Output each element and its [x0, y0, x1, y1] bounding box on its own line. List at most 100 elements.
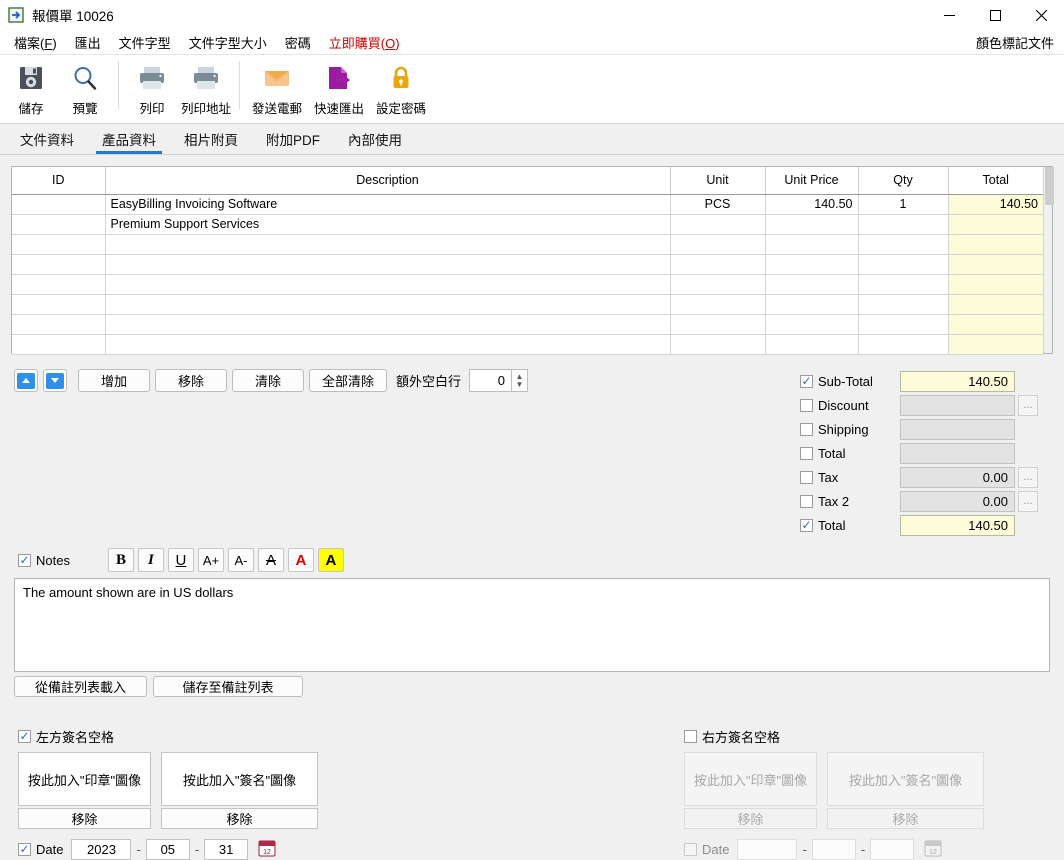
- menu-doc-font[interactable]: 文件字型: [110, 31, 180, 54]
- maximize-button[interactable]: [972, 0, 1018, 30]
- underline-button[interactable]: U: [167, 548, 194, 572]
- left-remove-stamp-button[interactable]: 移除: [18, 808, 151, 829]
- cell-qty[interactable]: [858, 274, 949, 295]
- column-header-total[interactable]: Total: [948, 167, 1043, 195]
- extra-blank-rows-input[interactable]: [469, 369, 512, 392]
- menu-buy-now[interactable]: 立即購買(O): [320, 31, 409, 54]
- tax-checkbox-label[interactable]: Tax: [800, 470, 900, 485]
- menu-export[interactable]: 匯出: [66, 31, 110, 54]
- save-to-notes-list-button[interactable]: 儲存至備註列表: [153, 676, 303, 697]
- left-add-signature-button[interactable]: 按此加入"簽名"圖像: [161, 752, 318, 806]
- clear-row-button[interactable]: 清除: [232, 369, 304, 392]
- cell-qty[interactable]: [858, 214, 949, 235]
- total-mid-checkbox[interactable]: [800, 446, 813, 460]
- items-table-scrollbar[interactable]: [1043, 167, 1054, 353]
- left-signature-checkbox[interactable]: [18, 730, 31, 743]
- menu-file[interactable]: 檔案(F): [5, 31, 66, 54]
- cell-description[interactable]: Premium Support Services: [105, 214, 671, 235]
- tax-checkbox[interactable]: [800, 470, 813, 484]
- cell-qty[interactable]: 1: [858, 194, 949, 215]
- cell-unit[interactable]: PCS: [670, 194, 766, 215]
- cell-id[interactable]: [12, 254, 106, 275]
- left-date-day[interactable]: 31: [204, 838, 249, 860]
- cell-unit[interactable]: [670, 214, 766, 235]
- increase-font-size-button[interactable]: A+: [197, 548, 224, 572]
- cell-description[interactable]: [105, 294, 671, 315]
- left-add-stamp-button[interactable]: 按此加入"印章"圖像: [18, 752, 151, 806]
- tax2-value[interactable]: 0.00: [900, 490, 1015, 512]
- color-mark-document-label[interactable]: 顏色標記文件: [976, 33, 1054, 52]
- cell-description[interactable]: [105, 274, 671, 295]
- cell-id[interactable]: [12, 314, 106, 335]
- left-remove-signature-button[interactable]: 移除: [161, 808, 318, 829]
- cell-unit-price[interactable]: [765, 314, 859, 335]
- menu-password[interactable]: 密碼: [276, 31, 320, 54]
- table-row[interactable]: [12, 234, 1043, 255]
- load-from-notes-list-button[interactable]: 從備註列表載入: [14, 676, 147, 697]
- add-row-button[interactable]: 增加: [78, 369, 150, 392]
- notes-checkbox[interactable]: [18, 553, 31, 567]
- cell-qty[interactable]: [858, 294, 949, 315]
- toolbar-send-email[interactable]: 發送電郵: [246, 55, 308, 117]
- cell-unit[interactable]: [670, 294, 766, 315]
- cell-unit-price[interactable]: 140.50: [765, 194, 859, 215]
- cell-unit-price[interactable]: [765, 234, 859, 255]
- clear-all-button[interactable]: 全部清除: [309, 369, 387, 392]
- cell-unit[interactable]: [670, 274, 766, 295]
- cell-unit-price[interactable]: [765, 254, 859, 275]
- extra-blank-rows-stepper[interactable]: ▲ ▼: [469, 369, 529, 392]
- cell-description[interactable]: EasyBilling Invoicing Software: [105, 194, 671, 215]
- cell-unit-price[interactable]: [765, 214, 859, 235]
- move-up-button[interactable]: [14, 369, 38, 392]
- cell-unit[interactable]: [670, 254, 766, 275]
- left-calendar-button[interactable]: 12: [256, 838, 278, 860]
- table-row[interactable]: [12, 334, 1043, 355]
- tax-value[interactable]: 0.00: [900, 466, 1015, 488]
- tax-options-button[interactable]: ...: [1018, 466, 1038, 488]
- left-date-year[interactable]: 2023: [71, 838, 132, 860]
- italic-button[interactable]: I: [137, 548, 164, 572]
- left-date-month[interactable]: 05: [145, 838, 190, 860]
- close-button[interactable]: [1018, 0, 1064, 30]
- subtotal-checkbox-label[interactable]: Sub-Total: [800, 374, 900, 389]
- toolbar-preview[interactable]: 預覽: [58, 55, 112, 117]
- cell-id[interactable]: [12, 234, 106, 255]
- tab-photo-attachment[interactable]: 相片附頁: [170, 124, 252, 154]
- cell-description[interactable]: [105, 254, 671, 275]
- grand-total-checkbox-label[interactable]: Total: [800, 518, 900, 533]
- cell-id[interactable]: [12, 274, 106, 295]
- tab-document-data[interactable]: 文件資料: [6, 124, 88, 154]
- cell-qty[interactable]: [858, 254, 949, 275]
- remove-row-button[interactable]: 移除: [155, 369, 227, 392]
- table-row[interactable]: EasyBilling Invoicing Software PCS 140.5…: [12, 194, 1043, 215]
- column-header-unit-price[interactable]: Unit Price: [765, 167, 859, 195]
- cell-description[interactable]: [105, 334, 671, 355]
- stepper-buttons[interactable]: ▲ ▼: [511, 369, 529, 392]
- cell-qty[interactable]: [858, 234, 949, 255]
- left-signature-header[interactable]: 左方簽名空格: [18, 727, 318, 746]
- table-row[interactable]: [12, 314, 1043, 335]
- shipping-checkbox-label[interactable]: Shipping: [800, 422, 900, 437]
- left-date-checkbox[interactable]: [18, 842, 31, 856]
- cell-unit-price[interactable]: [765, 334, 859, 355]
- right-signature-header[interactable]: 右方簽名空格: [684, 727, 984, 746]
- right-date-checkbox[interactable]: [684, 842, 697, 856]
- discount-options-button[interactable]: ...: [1018, 394, 1038, 416]
- bold-button[interactable]: B: [107, 548, 134, 572]
- discount-checkbox-label[interactable]: Discount: [800, 398, 900, 413]
- cell-qty[interactable]: [858, 334, 949, 355]
- menu-doc-font-size[interactable]: 文件字型大小: [180, 31, 276, 54]
- toolbar-set-password[interactable]: 設定密碼: [370, 55, 432, 117]
- shipping-value[interactable]: [900, 418, 1015, 440]
- discount-value[interactable]: [900, 394, 1015, 416]
- cell-unit[interactable]: [670, 234, 766, 255]
- column-header-qty[interactable]: Qty: [858, 167, 949, 195]
- table-row[interactable]: [12, 294, 1043, 315]
- cell-description[interactable]: [105, 314, 671, 335]
- discount-checkbox[interactable]: [800, 398, 813, 412]
- decrease-font-size-button[interactable]: A-: [227, 548, 254, 572]
- cell-unit-price[interactable]: [765, 294, 859, 315]
- toolbar-quick-export[interactable]: 快速匯出: [308, 55, 370, 117]
- font-color-button[interactable]: A: [287, 548, 314, 572]
- scrollbar-thumb[interactable]: [1045, 167, 1054, 205]
